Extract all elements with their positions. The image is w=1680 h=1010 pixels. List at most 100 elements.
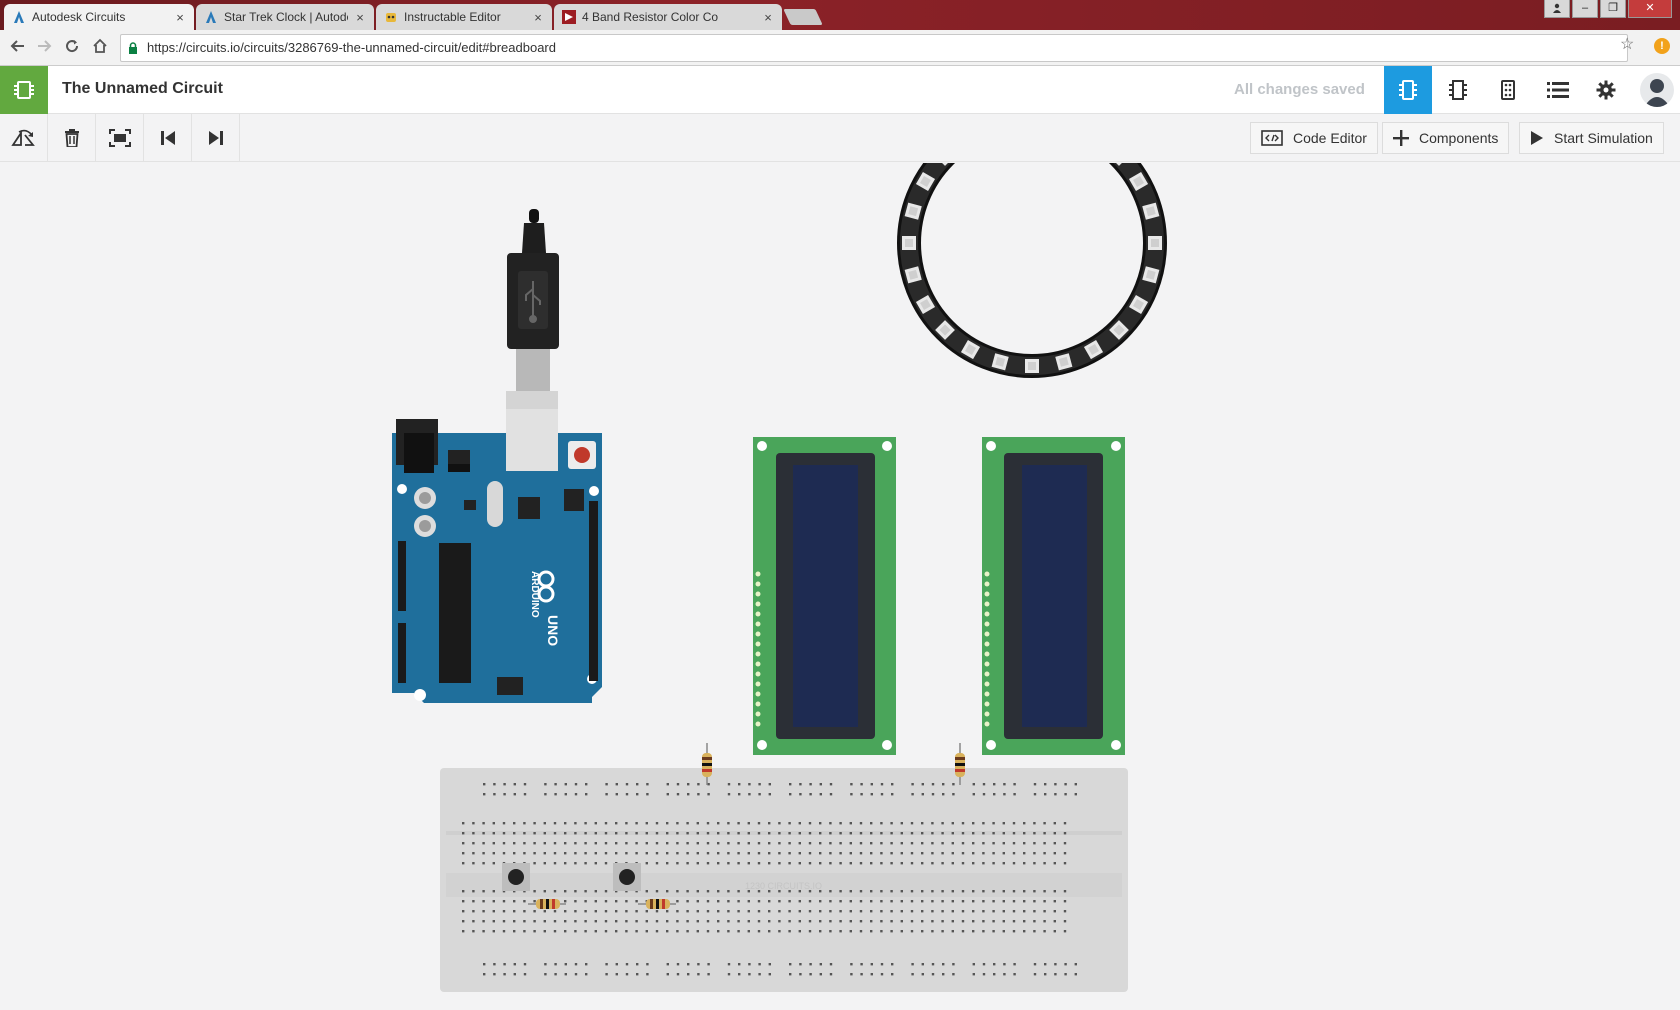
breadboard-hole bbox=[482, 842, 485, 845]
breadboard-hole bbox=[880, 842, 883, 845]
user-profile-button[interactable] bbox=[1544, 0, 1570, 18]
home-icon[interactable] bbox=[90, 38, 110, 58]
breadboard-hole bbox=[880, 900, 883, 903]
breadboard-hole bbox=[696, 832, 699, 835]
schematic-view-icon[interactable] bbox=[1434, 66, 1482, 114]
rotate-icon[interactable] bbox=[0, 114, 48, 162]
breadboard-hole bbox=[492, 822, 495, 825]
close-icon[interactable]: × bbox=[532, 10, 544, 25]
lcd-pin bbox=[755, 641, 761, 647]
arduino-uno[interactable]: ARDUINO UNO bbox=[392, 409, 602, 703]
pushbutton-1[interactable] bbox=[502, 863, 530, 891]
new-tab-button[interactable] bbox=[783, 9, 823, 25]
breadboard-hole bbox=[523, 822, 526, 825]
breadboard-hole bbox=[696, 930, 699, 933]
breadboard-hole bbox=[1002, 832, 1005, 835]
breadboard-hole bbox=[523, 852, 526, 855]
breadboard-hole bbox=[666, 832, 669, 835]
breadboard-hole bbox=[809, 783, 812, 786]
breadboard-hole bbox=[1012, 890, 1016, 893]
circuit-title[interactable]: The Unnamed Circuit bbox=[62, 80, 223, 98]
breadboard-hole bbox=[625, 842, 628, 845]
tab-resistor-color-code[interactable]: 4 Band Resistor Color Co × bbox=[554, 4, 782, 30]
code-editor-button[interactable]: Code Editor bbox=[1250, 122, 1378, 154]
breadboard-hole bbox=[676, 822, 679, 825]
close-icon[interactable]: × bbox=[762, 10, 774, 25]
breadboard-hole bbox=[492, 910, 495, 913]
circuits-logo-icon[interactable] bbox=[0, 66, 48, 114]
pushbutton-2[interactable] bbox=[613, 863, 641, 891]
breadboard-hole bbox=[1033, 900, 1036, 903]
breadboard-hole bbox=[808, 822, 812, 825]
breadboard-hole bbox=[727, 963, 731, 966]
breadboard-hole bbox=[992, 910, 995, 913]
breadboard-hole bbox=[615, 842, 618, 845]
breadboard-hole bbox=[1033, 832, 1036, 835]
components-button[interactable]: Components bbox=[1382, 122, 1510, 154]
breadboard-hole bbox=[1053, 862, 1056, 865]
breadboard-hole bbox=[829, 832, 832, 835]
step-forward-icon[interactable] bbox=[192, 114, 240, 162]
tab-autodesk-circuits[interactable]: Autodesk Circuits × bbox=[4, 4, 194, 30]
breadboard-hole bbox=[992, 900, 995, 903]
pcb-view-icon[interactable] bbox=[1484, 66, 1532, 114]
fit-view-icon[interactable] bbox=[96, 114, 144, 162]
step-back-icon[interactable] bbox=[144, 114, 192, 162]
breadboard-hole bbox=[788, 832, 791, 835]
breadboard-hole bbox=[594, 930, 597, 933]
breadboard-view-icon[interactable] bbox=[1384, 66, 1432, 114]
settings-gear-icon[interactable] bbox=[1582, 66, 1630, 114]
usb-cable[interactable] bbox=[506, 209, 559, 437]
breadboard-hole bbox=[870, 920, 873, 923]
breadboard-hole bbox=[635, 852, 638, 855]
maximize-button[interactable]: ❐ bbox=[1600, 0, 1626, 18]
minimize-button[interactable]: – bbox=[1572, 0, 1598, 18]
list-view-icon[interactable] bbox=[1534, 66, 1582, 114]
tab-star-trek-clock[interactable]: Star Trek Clock | Autodesk × bbox=[196, 4, 374, 30]
breadboard-hole bbox=[961, 822, 965, 825]
neopixel-ring-24[interactable] bbox=[897, 163, 1167, 378]
breadboard-canvas[interactable]: ARDUINO UNO 1230 CIRCUITS.IO bbox=[0, 163, 1680, 1010]
breadboard-hole bbox=[574, 832, 577, 835]
lcd-16x2-right[interactable] bbox=[982, 437, 1125, 755]
lock-icon bbox=[129, 42, 137, 54]
breadboard-hole bbox=[951, 822, 954, 825]
breadboard-hole bbox=[798, 862, 801, 865]
start-simulation-button[interactable]: Start Simulation bbox=[1519, 122, 1664, 154]
close-icon[interactable]: × bbox=[354, 10, 366, 25]
window-close-button[interactable]: ✕ bbox=[1628, 0, 1672, 18]
breadboard-hole bbox=[696, 920, 699, 923]
extension-warning-icon[interactable]: ! bbox=[1654, 38, 1670, 54]
breadboard-hole bbox=[993, 963, 996, 966]
trash-icon[interactable] bbox=[48, 114, 96, 162]
breadboard-hole bbox=[625, 822, 628, 825]
breadboard-hole bbox=[931, 832, 934, 835]
bookmark-star-icon[interactable]: ☆ bbox=[1620, 34, 1634, 54]
tab-instructable-editor[interactable]: Instructable Editor × bbox=[376, 4, 552, 30]
lcd-16x2-left[interactable] bbox=[753, 437, 896, 755]
reload-icon[interactable] bbox=[62, 38, 82, 58]
breadboard[interactable]: 1230 CIRCUITS.IO bbox=[440, 768, 1128, 992]
breadboard-hole bbox=[1063, 890, 1067, 893]
breadboard-hole bbox=[604, 900, 608, 903]
circuit-drawing: ARDUINO UNO 1230 CIRCUITS.IO bbox=[392, 163, 1167, 992]
close-icon[interactable]: × bbox=[174, 10, 186, 25]
breadboard-hole bbox=[666, 930, 669, 933]
breadboard-hole bbox=[1074, 973, 1077, 976]
breadboard-hole bbox=[462, 852, 465, 855]
breadboard-hole bbox=[604, 920, 608, 923]
breadboard-hole bbox=[727, 900, 730, 903]
forward-arrow-icon[interactable] bbox=[34, 38, 54, 58]
breadboard-hole bbox=[666, 862, 669, 865]
back-arrow-icon[interactable] bbox=[8, 38, 28, 58]
breadboard-hole bbox=[941, 930, 944, 933]
user-avatar[interactable] bbox=[1640, 73, 1674, 107]
breadboard-hole bbox=[849, 900, 852, 903]
breadboard-hole bbox=[492, 920, 495, 923]
url-field[interactable]: https://circuits.io/circuits/3286769-the… bbox=[120, 34, 1628, 62]
breadboard-hole bbox=[636, 973, 639, 976]
breadboard-hole bbox=[543, 930, 546, 933]
breadboard-hole bbox=[585, 973, 588, 976]
breadboard-hole bbox=[727, 973, 731, 976]
code-editor-label: Code Editor bbox=[1293, 130, 1367, 146]
